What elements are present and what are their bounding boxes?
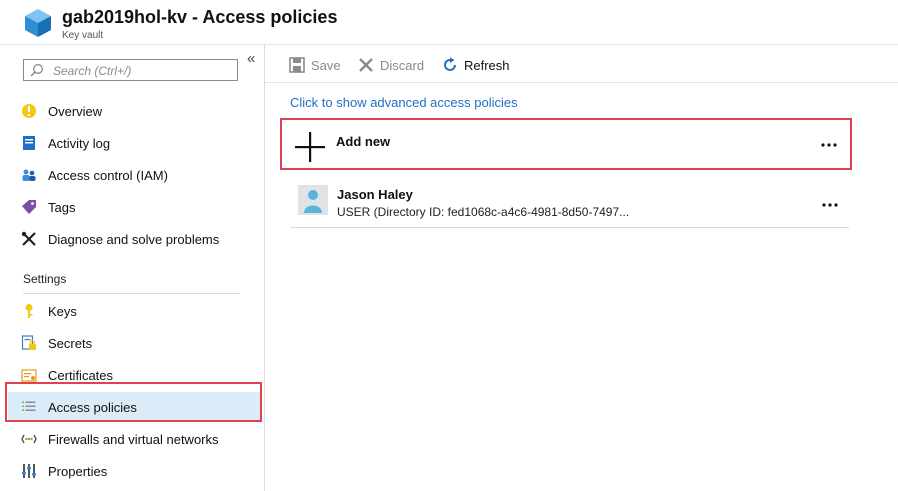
iam-icon: [22, 169, 36, 181]
sidebar-item-diagnose[interactable]: Diagnose and solve problems: [0, 225, 264, 253]
command-bar: Save Discard Refresh: [265, 45, 898, 83]
sidebar-item-access-control[interactable]: Access control (IAM): [0, 161, 264, 189]
sidebar-item-label: Firewalls and virtual networks: [48, 432, 219, 447]
access-policy-row[interactable]: Jason Haley USER (Directory ID: fed1068c…: [290, 179, 849, 228]
close-icon: [359, 58, 373, 72]
save-icon: [289, 57, 305, 73]
sidebar: « Search (Ctrl+/) Overview Activity log: [0, 45, 265, 491]
sidebar-item-label: Overview: [48, 104, 103, 119]
sidebar-item-label: Secrets: [48, 336, 93, 351]
properties-icon: [22, 464, 36, 478]
search-input[interactable]: Search (Ctrl+/): [23, 59, 238, 81]
more-options-icon[interactable]: [821, 202, 839, 208]
key-icon: [25, 304, 33, 318]
sidebar-item-firewalls[interactable]: Firewalls and virtual networks: [0, 425, 264, 453]
sidebar-item-label: Certificates: [48, 368, 114, 383]
overview-icon: [22, 104, 36, 118]
divider: [23, 293, 240, 294]
save-label: Save: [311, 58, 341, 73]
sidebar-item-label: Diagnose and solve problems: [48, 232, 220, 247]
refresh-label: Refresh: [464, 58, 510, 73]
sidebar-item-overview[interactable]: Overview: [0, 97, 264, 125]
policy-principal-detail: USER (Directory ID: fed1068c-a4c6-4981-8…: [337, 205, 630, 219]
blade-header: gab2019hol-kv - Access policies Key vaul…: [0, 0, 898, 45]
user-avatar-icon: [298, 185, 328, 215]
sidebar-item-properties[interactable]: Properties: [0, 457, 264, 485]
secret-icon: [21, 335, 36, 350]
advanced-access-policies-link[interactable]: Click to show advanced access policies: [290, 95, 518, 110]
network-icon: [21, 434, 37, 444]
sidebar-item-keys[interactable]: Keys: [0, 297, 264, 325]
highlight-box: [280, 118, 852, 170]
settings-section-label: Settings: [23, 272, 67, 286]
sidebar-item-label: Properties: [48, 464, 108, 479]
sidebar-item-activity-log[interactable]: Activity log: [0, 129, 264, 157]
wrench-icon: [21, 231, 36, 246]
sidebar-item-secrets[interactable]: Secrets: [0, 329, 264, 357]
sidebar-item-label: Access control (IAM): [48, 168, 168, 183]
policy-principal-name: Jason Haley: [337, 187, 413, 202]
collapse-sidebar-button[interactable]: «: [247, 50, 255, 67]
certificate-icon: [21, 369, 37, 382]
search-placeholder: Search (Ctrl+/): [53, 64, 132, 78]
discard-label: Discard: [380, 58, 425, 73]
page-title: gab2019hol-kv - Access policies: [62, 7, 338, 27]
page-subtitle: Key vault: [62, 30, 104, 41]
sidebar-item-label: Tags: [48, 200, 76, 215]
sidebar-item-tags[interactable]: Tags: [0, 193, 264, 221]
sidebar-item-label: Activity log: [48, 136, 111, 151]
refresh-icon: [444, 57, 456, 71]
activity-log-icon: [23, 136, 35, 150]
search-icon: [30, 64, 43, 77]
tag-icon: [22, 200, 36, 214]
highlight-box: [5, 382, 262, 422]
sidebar-item-label: Keys: [48, 304, 77, 319]
key-vault-cube-icon: [25, 9, 51, 37]
